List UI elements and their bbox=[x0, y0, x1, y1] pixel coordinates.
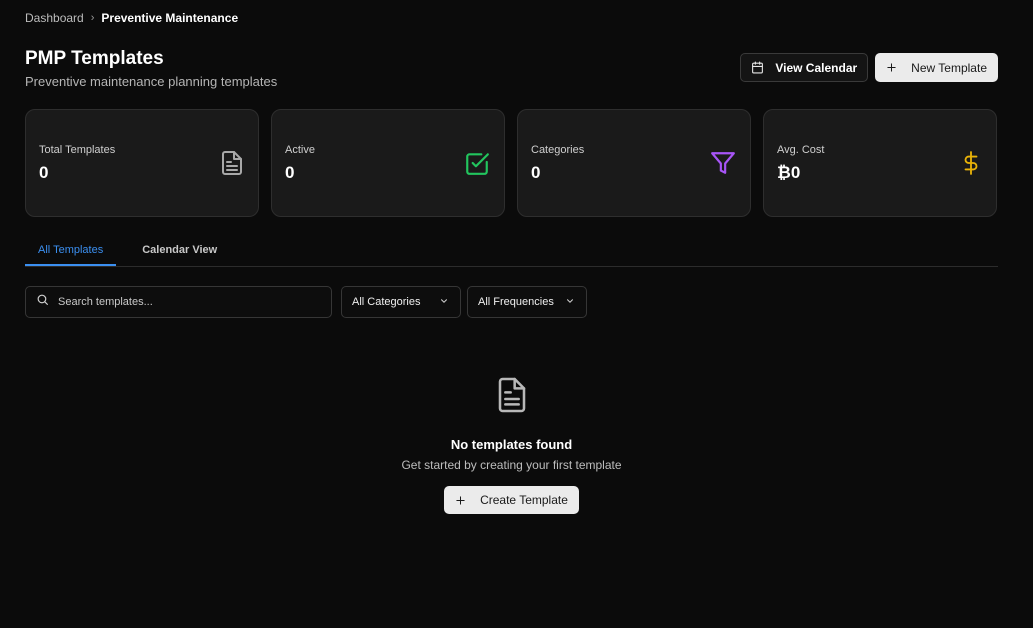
empty-state-subtitle: Get started by creating your first templ… bbox=[401, 458, 622, 472]
empty-state: No templates found Get started by creati… bbox=[0, 376, 1023, 514]
category-select[interactable]: All Categories bbox=[341, 286, 461, 318]
tab-calendar-view[interactable]: Calendar View bbox=[116, 237, 230, 266]
document-icon bbox=[220, 150, 244, 181]
filter-bar: All Categories All Frequencies bbox=[25, 286, 587, 318]
filter-icon bbox=[710, 150, 736, 181]
view-calendar-button[interactable]: View Calendar bbox=[740, 53, 869, 82]
dollar-icon bbox=[960, 150, 982, 181]
breadcrumb-separator: › bbox=[90, 12, 95, 24]
chevron-down-icon bbox=[565, 296, 575, 309]
view-calendar-label: View Calendar bbox=[775, 60, 858, 75]
plus-icon bbox=[886, 62, 897, 73]
stat-label: Active bbox=[285, 144, 315, 156]
new-template-button[interactable]: New Template bbox=[875, 53, 998, 82]
stat-value: 0 bbox=[531, 163, 541, 182]
tab-bar: All Templates Calendar View bbox=[25, 237, 998, 267]
new-template-label: New Template bbox=[911, 60, 987, 75]
breadcrumb: Dashboard › Preventive Maintenance bbox=[25, 11, 238, 25]
search-field[interactable] bbox=[25, 286, 332, 318]
page-title: PMP Templates bbox=[25, 48, 164, 69]
search-icon bbox=[36, 293, 49, 311]
create-template-button[interactable]: Create Template bbox=[444, 486, 579, 514]
stat-label: Categories bbox=[531, 144, 585, 156]
header-actions: View Calendar New Template bbox=[740, 53, 998, 82]
frequency-select-value: All Frequencies bbox=[478, 296, 554, 308]
calendar-icon bbox=[751, 61, 764, 74]
stat-value: 0 bbox=[285, 163, 295, 182]
stat-value: ₿0 bbox=[777, 163, 801, 182]
stat-card-total-templates: Total Templates 0 bbox=[25, 109, 259, 217]
empty-state-title: No templates found bbox=[450, 437, 573, 452]
page-subtitle: Preventive maintenance planning template… bbox=[25, 74, 278, 89]
check-square-icon bbox=[464, 150, 490, 181]
stat-card-active: Active 0 bbox=[271, 109, 505, 217]
stat-card-categories: Categories 0 bbox=[517, 109, 751, 217]
frequency-select[interactable]: All Frequencies bbox=[467, 286, 587, 318]
search-input[interactable] bbox=[58, 296, 308, 308]
stat-label: Total Templates bbox=[39, 144, 116, 156]
stat-value: 0 bbox=[39, 163, 49, 182]
stat-label: Avg. Cost bbox=[777, 144, 825, 156]
plus-icon bbox=[455, 495, 466, 506]
category-select-value: All Categories bbox=[352, 296, 421, 308]
create-template-label: Create Template bbox=[480, 493, 568, 507]
breadcrumb-current: Preventive Maintenance bbox=[101, 11, 239, 25]
breadcrumb-dashboard-link[interactable]: Dashboard bbox=[25, 11, 84, 25]
stats-row: Total Templates 0 Active 0 Categories 0 … bbox=[25, 109, 997, 217]
chevron-down-icon bbox=[439, 296, 449, 309]
tab-all-templates[interactable]: All Templates bbox=[25, 237, 117, 266]
stat-card-avg-cost: Avg. Cost ₿0 bbox=[763, 109, 997, 217]
document-icon bbox=[496, 376, 528, 419]
page: Dashboard › Preventive Maintenance PMP T… bbox=[0, 0, 1033, 628]
